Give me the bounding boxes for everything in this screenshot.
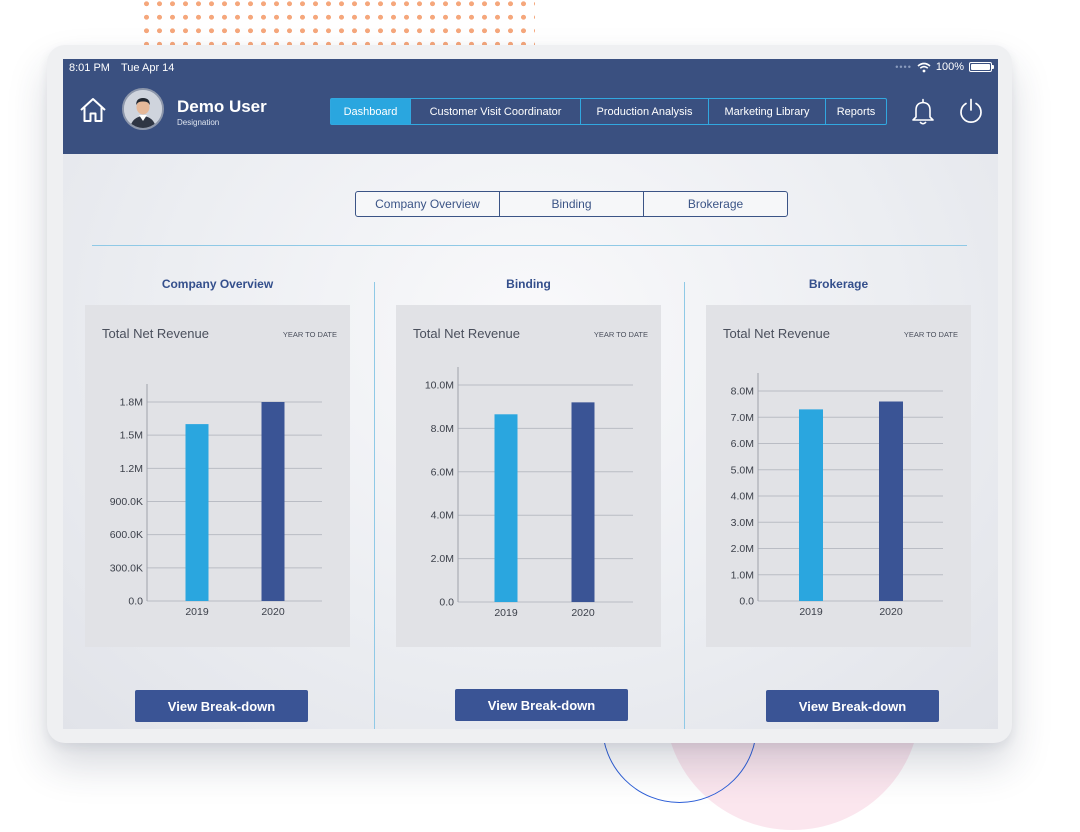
user-designation: Designation (177, 118, 220, 127)
y-tick-label: 0.0 (128, 596, 143, 608)
y-tick-label: 6.0M (431, 466, 454, 478)
view-breakdown-button-company-overview[interactable]: View Break-down (135, 690, 308, 722)
segment-brokerage[interactable]: Brokerage (644, 192, 787, 216)
x-tick-label: 2019 (494, 607, 518, 619)
wifi-icon (917, 62, 931, 72)
revenue-card-brokerage: Total Net Revenue YEAR TO DATE 0.0 1.0M 2.… (706, 305, 971, 647)
section-divider (92, 245, 967, 246)
y-tick-label: 1.8M (120, 397, 143, 409)
segment-company-overview[interactable]: Company Overview (356, 192, 500, 216)
nav-tab-reports[interactable]: Reports (826, 99, 886, 124)
home-icon[interactable] (78, 96, 108, 124)
y-tick-label: 1.0M (731, 569, 754, 581)
bar-2020 (571, 402, 595, 602)
bar-2019 (799, 409, 823, 601)
y-tick-label: 300.0K (110, 562, 143, 574)
signal-icon: •••• (895, 62, 912, 72)
y-tick-label: 8.0M (431, 423, 454, 435)
y-tick-label: 10.0M (425, 380, 454, 392)
app-screen: 8:01 PM Tue Apr 14 •••• 100% Demo User D… (63, 59, 998, 729)
x-tick-label: 2020 (261, 606, 285, 618)
panel-heading-binding: Binding (506, 277, 551, 291)
y-tick-label: 1.5M (120, 430, 143, 442)
app-header: 8:01 PM Tue Apr 14 •••• 100% Demo User D… (63, 59, 998, 154)
nav-tab-marketing-library[interactable]: Marketing Library (709, 99, 826, 124)
bar-2020 (879, 401, 903, 601)
y-tick-label: 0.0 (739, 596, 754, 608)
main-nav: Dashboard Customer Visit Coordinator Pro… (330, 98, 887, 125)
battery-percent: 100% (935, 61, 964, 73)
status-date: Tue Apr 14 (121, 62, 175, 74)
y-tick-label: 2.0M (731, 543, 754, 555)
view-breakdown-button-brokerage[interactable]: View Break-down (766, 690, 939, 722)
x-tick-label: 2019 (185, 606, 209, 618)
y-tick-label: 900.0K (110, 496, 143, 508)
nav-tab-dashboard[interactable]: Dashboard (331, 99, 411, 124)
x-tick-label: 2019 (799, 606, 823, 618)
view-breakdown-button-binding[interactable]: View Break-down (455, 689, 628, 721)
revenue-card-binding: Total Net Revenue YEAR TO DATE 0.0 2.0M 4.… (396, 305, 661, 647)
bar-2020 (261, 402, 285, 601)
nav-tab-production-analysis[interactable]: Production Analysis (581, 99, 709, 124)
status-time: 8:01 PM (69, 62, 110, 74)
bar-2019 (494, 414, 518, 602)
bar-chart-brokerage: 0.0 1.0M 2.0M 3.0M 4.0M 5.0M 6.0M 7.0M 8.0M 2019 2… (731, 373, 943, 618)
nav-tab-customer-visit-coordinator[interactable]: Customer Visit Coordinator (411, 99, 581, 124)
section-segmented-control: Company Overview Binding Brokerage (355, 191, 788, 217)
user-name: Demo User (177, 97, 267, 116)
column-divider (684, 282, 685, 729)
panel-heading-brokerage: Brokerage (808, 277, 869, 291)
y-tick-label: 600.0K (110, 529, 143, 541)
y-tick-label: 6.0M (731, 438, 754, 450)
x-tick-label: 2020 (879, 606, 903, 618)
y-tick-label: 2.0M (431, 553, 454, 565)
y-tick-label: 4.0M (731, 491, 754, 503)
y-tick-label: 8.0M (731, 386, 754, 398)
y-tick-label: 1.2M (120, 463, 143, 475)
decorative-dot-pattern (140, 0, 535, 46)
y-tick-label: 5.0M (731, 464, 754, 476)
revenue-card-company-overview: Total Net Revenue YEAR TO DATE 0.0 300.0K… (85, 305, 350, 647)
y-tick-label: 4.0M (431, 510, 454, 522)
bar-2019 (185, 424, 209, 601)
bar-chart-company-overview: 0.0 300.0K 600.0K 900.0K 1.2M 1.5M 1.8M 2019 202… (110, 384, 322, 618)
bell-icon[interactable] (909, 97, 937, 127)
y-tick-label: 3.0M (731, 517, 754, 529)
status-indicators: •••• 100% (895, 61, 994, 73)
user-avatar-icon (124, 90, 162, 128)
y-tick-label: 0.0 (439, 597, 454, 609)
bar-chart-binding: 0.0 2.0M 4.0M 6.0M 8.0M 10.0M 2019 2020 (425, 367, 633, 619)
power-icon[interactable] (958, 97, 984, 125)
segment-binding[interactable]: Binding (500, 192, 644, 216)
battery-icon (969, 62, 994, 72)
x-tick-label: 2020 (571, 607, 595, 619)
panel-heading-company-overview: Company Overview (161, 277, 274, 291)
avatar[interactable] (122, 88, 164, 130)
column-divider (374, 282, 375, 729)
y-tick-label: 7.0M (731, 412, 754, 424)
